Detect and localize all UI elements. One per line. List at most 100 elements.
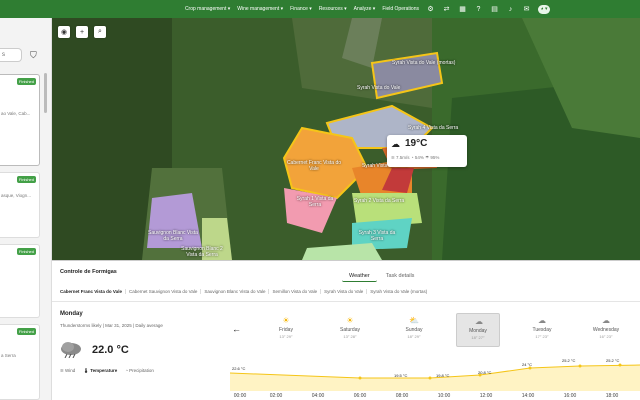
status-badge: Finished <box>16 78 36 85</box>
metric-temperature-label: Temperature <box>90 368 118 373</box>
metric-toggle: ≋ Wind 🌡 Temperature ◔ Precipitation <box>60 368 154 374</box>
parcel-tab[interactable]: Sauvignon Blanc Vista do Vale <box>204 289 270 294</box>
storm-cloud-icon: ☁ <box>475 317 483 326</box>
hour-tick: 18:00 <box>605 393 619 399</box>
parcel-tab[interactable]: Cabernet Franc Vista do Vale <box>60 289 126 294</box>
forecast-day-temps: 13° 29° <box>279 334 293 339</box>
parcel-tab[interactable]: Syrah Vista do Vale <box>324 289 368 294</box>
eye-icon[interactable]: ◉ <box>58 26 70 38</box>
partly-cloudy-icon: ⛅ <box>409 316 419 325</box>
forecast-day-selected[interactable]: ☁ Monday 18° 27° <box>456 313 500 347</box>
map-label: Syrah 3 Vista da Serra <box>358 230 396 242</box>
satellite-map[interactable]: ◉ + ⌕ Syrah Vista do Vale (mortas) Syrah… <box>52 18 640 260</box>
map-label: Syrah 1 Vista da Serra <box>296 196 334 208</box>
task-card[interactable]: Finished asque, Viogn... <box>0 172 40 238</box>
storm-cloud-icon: ☁ <box>538 316 546 325</box>
metric-precipitation-label: Precipitation <box>129 368 154 373</box>
gear-icon[interactable]: ⚙ <box>426 5 435 14</box>
chart-point-label: 25.2 °C <box>606 358 620 363</box>
task-card[interactable]: Finished ao Vale, Cab... <box>0 74 40 166</box>
nav-wine-management[interactable]: Wine management ▾ <box>237 6 283 12</box>
tab-weather[interactable]: Weather <box>342 271 377 282</box>
forecast-day[interactable]: ☀ Friday 13° 29° <box>264 313 308 347</box>
nav-field-operations[interactable]: Field Operations <box>382 6 419 12</box>
chart-point-label: 24 °C <box>522 362 533 367</box>
task-card[interactable]: Finished a Serra <box>0 324 40 400</box>
sync-icon[interactable]: ⇄ <box>442 5 451 14</box>
partly-cloudy-icon: ☁ <box>391 139 400 149</box>
temperature-chart <box>230 363 640 391</box>
status-badge: Finished <box>16 248 36 255</box>
add-icon[interactable]: + <box>76 26 88 38</box>
grid-icon[interactable]: ▦ <box>458 5 467 14</box>
popup-stats: ≋ 7.5m/s ◔ 54% ☂ 95% <box>391 155 439 161</box>
storm-cloud-icon: ☁ <box>602 316 610 325</box>
status-badge: Finished <box>16 328 36 335</box>
parcel-tab[interactable]: Cabernet Sauvignon Vista do Vale <box>129 289 202 294</box>
map-canvas <box>52 18 640 260</box>
selected-day: Monday <box>60 311 83 317</box>
bell-icon[interactable]: ♪ <box>506 5 515 14</box>
metric-wind-label: Wind <box>65 368 76 373</box>
arrow-left-icon[interactable]: ← <box>232 324 241 334</box>
sidebar-scrollbar[interactable] <box>44 73 47 113</box>
chart-point-label: 20.8 °C <box>478 370 492 375</box>
hour-tick: 10:00 <box>437 393 451 399</box>
popup-wind: 7.5m/s <box>396 155 410 160</box>
map-label: Syrah 4 Vista da Serra <box>408 125 459 131</box>
forecast-day-name: Tuesday <box>532 327 552 333</box>
metric-temperature[interactable]: 🌡 Temperature <box>83 368 117 374</box>
weather-popup[interactable]: ☁ 19°C ≋ 7.5m/s ◔ 54% ☂ 95% <box>387 135 467 167</box>
chart-point <box>358 376 362 380</box>
forecast-day[interactable]: ☁ Tuesday 17° 23° <box>520 313 564 347</box>
task-card[interactable]: Finished <box>0 244 40 318</box>
chart-point-label: 19.5 °C <box>394 373 408 378</box>
forecast-day-name: Friday <box>279 327 293 333</box>
droplet-icon: ◔ <box>410 155 414 160</box>
storm-cloud-icon <box>61 342 81 358</box>
rain-icon: ☂ <box>425 155 430 160</box>
filter-icon[interactable]: ⛉ <box>30 50 37 61</box>
forecast-day-name: Sunday <box>405 327 423 333</box>
search-input[interactable]: s <box>0 48 22 62</box>
nav-resources[interactable]: Resources ▾ <box>319 6 347 12</box>
forecast-day-temps: 16° 23° <box>599 334 613 339</box>
parcel-tab[interactable]: Syrah Vista do Vale (mortas) <box>370 289 430 294</box>
daily-temperature: 22.0 °C <box>92 344 129 356</box>
news-icon[interactable]: ▤ <box>490 5 499 14</box>
tab-task-details[interactable]: Task details <box>379 271 422 282</box>
chart-point <box>618 363 622 367</box>
nav-analyze[interactable]: Analyze ▾ <box>354 6 376 12</box>
divider <box>52 301 640 302</box>
task-snippet: a Serra <box>1 353 16 358</box>
user-avatar[interactable]: ◕ ▾ <box>538 4 550 14</box>
parcel-tab[interactable]: Semillon Vista do Vale <box>272 289 322 294</box>
hour-tick: 12:00 <box>479 393 493 399</box>
search-icon[interactable]: ⌕ <box>94 26 106 38</box>
hour-tick: 08:00 <box>395 393 409 399</box>
popup-rain: 95% <box>430 155 440 160</box>
task-snippet: ao Vale, Cab... <box>1 111 31 116</box>
popup-temperature: 19°C <box>405 138 428 149</box>
panel-title: Controle de Formigas <box>60 269 117 275</box>
metric-wind[interactable]: ≋ Wind <box>60 368 75 374</box>
forecast-day-name: Monday <box>469 328 487 334</box>
weather-panel: Controle de Formigas Weather Task detail… <box>52 260 640 400</box>
popup-humidity: 54% <box>414 155 424 160</box>
nav-crop-management[interactable]: Crop management ▾ <box>185 6 230 12</box>
day-summary: Thunderstorms likely | Mar 31, 2025 | Da… <box>60 323 163 328</box>
forecast-day-temps: 18° 29° <box>407 334 421 339</box>
forecast-day[interactable]: ⛅ Sunday 18° 29° <box>392 313 436 347</box>
chart-point-label: 22.6 °C <box>232 366 246 371</box>
forecast-day[interactable]: ☀ Saturday 13° 28° <box>328 313 372 347</box>
wind-icon: ≋ <box>391 155 395 160</box>
metric-precipitation[interactable]: ◔ Precipitation <box>125 368 154 374</box>
map-label: Syrah 2 Vista da Serra <box>354 198 405 204</box>
forecast-day[interactable]: ☁ Wednesday 16° 23° <box>584 313 628 347</box>
chat-icon[interactable]: ✉ <box>522 5 531 14</box>
help-icon[interactable]: ? <box>474 5 483 14</box>
forecast-day-temps: 13° 28° <box>343 334 357 339</box>
forecast-day-name: Wednesday <box>592 327 620 333</box>
hour-tick: 04:00 <box>311 393 325 399</box>
nav-finance[interactable]: Finance ▾ <box>290 6 312 12</box>
